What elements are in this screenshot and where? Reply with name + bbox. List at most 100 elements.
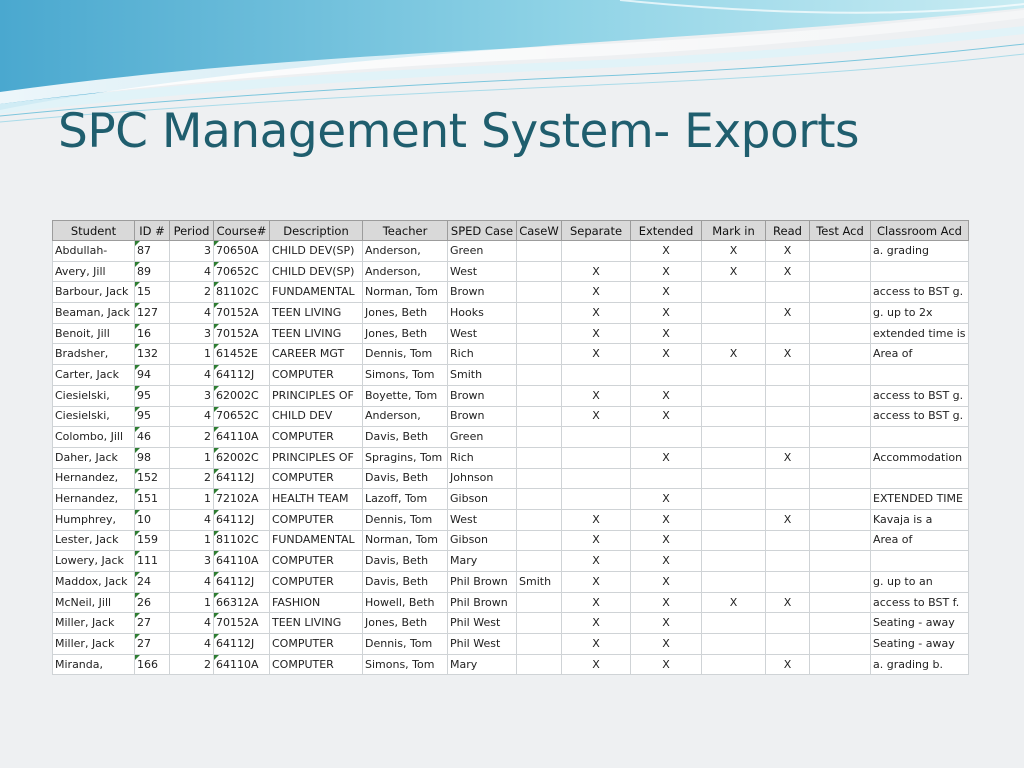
cell-teacher[interactable]: Jones, Beth	[362, 612, 448, 635]
cell-separate[interactable]	[561, 467, 631, 490]
cell-mark-in[interactable]	[701, 653, 766, 676]
cell-separate[interactable]: X	[561, 571, 631, 593]
cell-casew[interactable]	[516, 260, 562, 283]
cell-classroom-acd[interactable]: access to BST f.	[870, 591, 969, 614]
cell-casew[interactable]	[516, 364, 562, 386]
cell-read[interactable]: X	[765, 343, 810, 366]
cell-read[interactable]	[765, 426, 810, 448]
cell-student[interactable]: Hernandez,	[52, 467, 135, 490]
cell-period[interactable]: 1	[169, 343, 214, 366]
cell-casew[interactable]	[516, 384, 562, 407]
cell-test-acd[interactable]	[809, 612, 871, 635]
cell-description[interactable]: PRINCIPLES OF	[269, 446, 363, 469]
cell-read[interactable]	[765, 364, 810, 386]
cell-id[interactable]: 16	[134, 322, 170, 345]
cell-period[interactable]: 4	[169, 302, 214, 324]
cell-course[interactable]: 62002C	[213, 384, 270, 407]
cell-read[interactable]: X	[765, 508, 810, 531]
cell-separate[interactable]: X	[561, 260, 631, 283]
cell-read[interactable]: X	[765, 240, 810, 262]
cell-extended[interactable]: X	[630, 550, 702, 572]
cell-test-acd[interactable]	[809, 364, 871, 386]
cell-extended[interactable]: X	[630, 653, 702, 676]
cell-course[interactable]: 64110A	[213, 550, 270, 572]
cell-description[interactable]: TEEN LIVING	[269, 302, 363, 324]
cell-sped-case[interactable]: Gibson	[447, 488, 517, 510]
cell-extended[interactable]: X	[630, 488, 702, 510]
cell-period[interactable]: 3	[169, 550, 214, 572]
cell-extended[interactable]: X	[630, 281, 702, 304]
column-header-id[interactable]: ID #	[134, 220, 170, 241]
cell-extended[interactable]: X	[630, 446, 702, 469]
cell-casew[interactable]	[516, 302, 562, 324]
cell-teacher[interactable]: Davis, Beth	[362, 571, 448, 593]
column-header-extended[interactable]: Extended	[630, 220, 702, 241]
cell-course[interactable]: 64112J	[213, 508, 270, 531]
cell-student[interactable]: Lowery, Jack	[52, 550, 135, 572]
cell-sped-case[interactable]: Green	[447, 240, 517, 262]
cell-test-acd[interactable]	[809, 322, 871, 345]
cell-test-acd[interactable]	[809, 384, 871, 407]
cell-course[interactable]: 66312A	[213, 591, 270, 614]
cell-period[interactable]: 4	[169, 633, 214, 655]
cell-id[interactable]: 95	[134, 405, 170, 428]
cell-test-acd[interactable]	[809, 446, 871, 469]
cell-classroom-acd[interactable]: EXTENDED TIME	[870, 488, 969, 510]
cell-course[interactable]: 61452E	[213, 343, 270, 366]
cell-sped-case[interactable]: Phil West	[447, 612, 517, 635]
cell-separate[interactable]	[561, 240, 631, 262]
cell-sped-case[interactable]: Hooks	[447, 302, 517, 324]
cell-teacher[interactable]: Jones, Beth	[362, 322, 448, 345]
cell-mark-in[interactable]	[701, 550, 766, 572]
cell-separate[interactable]	[561, 446, 631, 469]
cell-student[interactable]: Beaman, Jack	[52, 302, 135, 324]
cell-teacher[interactable]: Spragins, Tom	[362, 446, 448, 469]
cell-separate[interactable]: X	[561, 508, 631, 531]
cell-casew[interactable]	[516, 508, 562, 531]
cell-mark-in[interactable]	[701, 633, 766, 655]
cell-mark-in[interactable]	[701, 302, 766, 324]
cell-sped-case[interactable]: West	[447, 508, 517, 531]
cell-period[interactable]: 1	[169, 529, 214, 552]
cell-period[interactable]: 2	[169, 426, 214, 448]
cell-mark-in[interactable]: X	[701, 343, 766, 366]
cell-separate[interactable]: X	[561, 384, 631, 407]
cell-period[interactable]: 2	[169, 467, 214, 490]
cell-description[interactable]: COMPUTER	[269, 508, 363, 531]
cell-student[interactable]: Hernandez,	[52, 488, 135, 510]
cell-sped-case[interactable]: Green	[447, 426, 517, 448]
cell-student[interactable]: Daher, Jack	[52, 446, 135, 469]
cell-separate[interactable]: X	[561, 633, 631, 655]
cell-mark-in[interactable]	[701, 446, 766, 469]
cell-id[interactable]: 159	[134, 529, 170, 552]
cell-student[interactable]: Lester, Jack	[52, 529, 135, 552]
cell-sped-case[interactable]: Brown	[447, 405, 517, 428]
cell-test-acd[interactable]	[809, 508, 871, 531]
cell-classroom-acd[interactable]: g. up to 2x	[870, 302, 969, 324]
cell-id[interactable]: 87	[134, 240, 170, 262]
cell-separate[interactable]: X	[561, 302, 631, 324]
cell-sped-case[interactable]: West	[447, 322, 517, 345]
cell-period[interactable]: 3	[169, 322, 214, 345]
cell-mark-in[interactable]: X	[701, 240, 766, 262]
cell-sped-case[interactable]: Phil Brown	[447, 591, 517, 614]
cell-description[interactable]: COMPUTER	[269, 426, 363, 448]
cell-test-acd[interactable]	[809, 550, 871, 572]
cell-read[interactable]	[765, 384, 810, 407]
cell-period[interactable]: 1	[169, 488, 214, 510]
cell-mark-in[interactable]: X	[701, 591, 766, 614]
cell-extended[interactable]	[630, 426, 702, 448]
cell-description[interactable]: CHILD DEV	[269, 405, 363, 428]
cell-description[interactable]: CHILD DEV(SP)	[269, 240, 363, 262]
cell-student[interactable]: Ciesielski,	[52, 384, 135, 407]
cell-read[interactable]	[765, 488, 810, 510]
cell-sped-case[interactable]: Rich	[447, 446, 517, 469]
column-header-test-acd[interactable]: Test Acd	[809, 220, 871, 241]
cell-classroom-acd[interactable]: Area of	[870, 529, 969, 552]
cell-student[interactable]: Colombo, Jill	[52, 426, 135, 448]
cell-extended[interactable]: X	[630, 571, 702, 593]
cell-teacher[interactable]: Norman, Tom	[362, 281, 448, 304]
column-header-read[interactable]: Read	[765, 220, 810, 241]
cell-period[interactable]: 4	[169, 405, 214, 428]
cell-mark-in[interactable]	[701, 467, 766, 490]
